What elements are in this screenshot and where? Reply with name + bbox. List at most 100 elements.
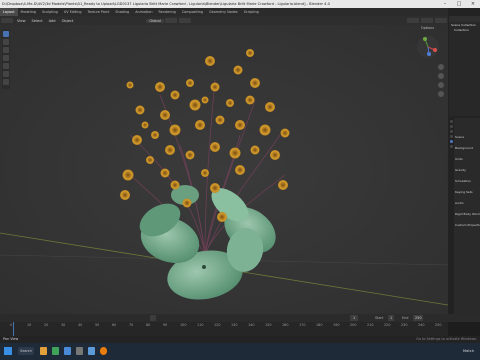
blender-icon[interactable] (100, 347, 107, 355)
end-frame-field[interactable]: 250 (413, 315, 424, 321)
view-menu[interactable]: View (14, 19, 29, 23)
playhead[interactable] (13, 322, 14, 336)
properties-editor[interactable]: Scene Background Units Gravity Simulatio… (449, 118, 480, 314)
start-frame-field[interactable]: 1 (388, 315, 395, 321)
timeline-tick: 150 (265, 323, 272, 327)
zoom-icon (438, 64, 444, 70)
cursor-tool-icon (3, 39, 9, 45)
timeline-tick: 200 (350, 323, 357, 327)
z-axis-icon (427, 52, 431, 56)
viewport-shading-icon[interactable] (407, 18, 419, 23)
timeline-tick: 0 (10, 323, 13, 327)
world-tab-icon[interactable] (450, 145, 453, 148)
timeline-tick: 20 (44, 323, 49, 327)
close-icon[interactable]: × (466, 0, 480, 8)
tab-uv-editing[interactable]: UV Editing (61, 8, 85, 16)
search-box[interactable]: Search (18, 347, 34, 355)
timeline-tick: 80 (146, 323, 151, 327)
scale-tool-icon (3, 63, 9, 69)
workspace-tabs: Layout Modeling Sculpting UV Editing Tex… (0, 8, 480, 16)
transform-tool-icon (3, 71, 9, 77)
options-button[interactable]: Options (418, 26, 436, 30)
tab-geometry-nodes[interactable]: Geometry Nodes (206, 8, 241, 16)
maximize-icon[interactable]: □ (452, 0, 466, 8)
timeline[interactable]: 0 10 20 30 40 50 60 70 80 90 100 110 120 130 140 150 160… (0, 322, 448, 336)
status-bar: Pan View Go to Settings to activate Wind… (0, 336, 480, 343)
end-label: End (402, 316, 409, 320)
annotate-tool-icon (3, 79, 9, 85)
app-icon[interactable] (64, 347, 71, 355)
timeline-tick: 240 (418, 323, 425, 327)
viewport-scene[interactable] (0, 25, 448, 314)
props-section-keying-sets[interactable]: Keying Sets (455, 187, 480, 198)
app-icon[interactable] (76, 347, 83, 355)
render-tab-icon[interactable] (450, 125, 453, 128)
start-icon[interactable] (4, 347, 12, 355)
minimize-icon[interactable]: – (438, 0, 452, 8)
timeline-tick: 10 (27, 323, 32, 327)
windows-taskbar: Search Match (0, 343, 480, 360)
add-menu[interactable]: Add (46, 19, 59, 23)
timeline-tick: 160 (282, 323, 289, 327)
window-controls: – □ × (438, 0, 480, 8)
output-tab-icon[interactable] (450, 130, 453, 133)
object-menu[interactable]: Object (59, 19, 77, 23)
tool-tab-icon[interactable] (450, 120, 453, 123)
tab-compositing[interactable]: Compositing (179, 8, 206, 16)
tab-animation[interactable]: Animation (132, 8, 155, 16)
tab-texture-paint[interactable]: Texture Paint (85, 8, 113, 16)
props-section-simulation[interactable]: Simulation (455, 176, 480, 187)
props-section-scene[interactable]: Scene (455, 132, 480, 143)
tab-modeling[interactable]: Modeling (18, 8, 39, 16)
window-title: D:\Dropbox\4-Me-D\4V2\3d Models\Plants\0… (2, 2, 330, 6)
timeline-ruler: 0 10 20 30 40 50 60 70 80 90 100 110 120 130 140 150 160… (0, 323, 448, 329)
play-icon[interactable] (150, 315, 156, 321)
props-section-audio[interactable]: Audio (455, 198, 480, 209)
taskbar-right-label: Match (463, 349, 474, 353)
timeline-tick: 30 (61, 323, 66, 327)
select-tool-icon (3, 31, 9, 37)
app-icon[interactable] (88, 347, 95, 355)
tab-layout[interactable]: Layout (0, 8, 18, 16)
timeline-tick: 60 (112, 323, 117, 327)
timeline-tick: 70 (129, 323, 134, 327)
tab-rendering[interactable]: Rendering (155, 8, 178, 16)
timeline-tick: 110 (197, 323, 204, 327)
transform-orientation[interactable]: Global (146, 18, 164, 23)
snap-icon[interactable] (164, 18, 177, 23)
props-section-gravity[interactable]: Gravity (455, 165, 480, 176)
viewport-header: View Select Add Object Global (0, 16, 448, 25)
timeline-tick: 190 (333, 323, 340, 327)
view-layer-tab-icon[interactable] (450, 135, 453, 138)
timeline-tick: 130 (231, 323, 238, 327)
pan-icon (438, 73, 444, 79)
timeline-tick: 180 (316, 323, 323, 327)
props-section-units[interactable]: Units (455, 154, 480, 165)
timeline-tick: 230 (401, 323, 408, 327)
perspective-icon (438, 91, 444, 97)
timeline-tick: 210 (367, 323, 374, 327)
editor-type-icon[interactable] (1, 18, 13, 23)
3d-viewport[interactable]: Options (0, 25, 448, 314)
rotate-tool-icon (3, 55, 9, 61)
props-section-background[interactable]: Background (455, 143, 480, 154)
tab-shading[interactable]: Shading (112, 8, 132, 16)
outliner-item[interactable]: Collection (449, 28, 480, 32)
current-frame-field[interactable]: 1 (350, 315, 359, 321)
scene-tab-icon[interactable] (450, 140, 453, 143)
move-tool-icon (3, 47, 9, 53)
xray-icon[interactable] (435, 18, 447, 23)
props-section-rigid-body[interactable]: Rigid Body World (455, 209, 480, 220)
timeline-tick: 250 (435, 323, 442, 327)
app-icon[interactable] (52, 347, 59, 355)
timeline-tick: 170 (299, 323, 306, 327)
select-menu[interactable]: Select (29, 19, 46, 23)
overlay-icon[interactable] (421, 18, 433, 23)
outliner[interactable]: Scene Collection Collection (449, 16, 480, 116)
props-section-custom[interactable]: Custom Properties (455, 220, 480, 231)
proportional-icon[interactable] (178, 18, 191, 23)
file-explorer-icon[interactable] (40, 347, 47, 355)
start-label: Start (375, 316, 384, 320)
tab-sculpting[interactable]: Sculpting (39, 8, 61, 16)
tab-scripting[interactable]: Scripting (241, 8, 262, 16)
